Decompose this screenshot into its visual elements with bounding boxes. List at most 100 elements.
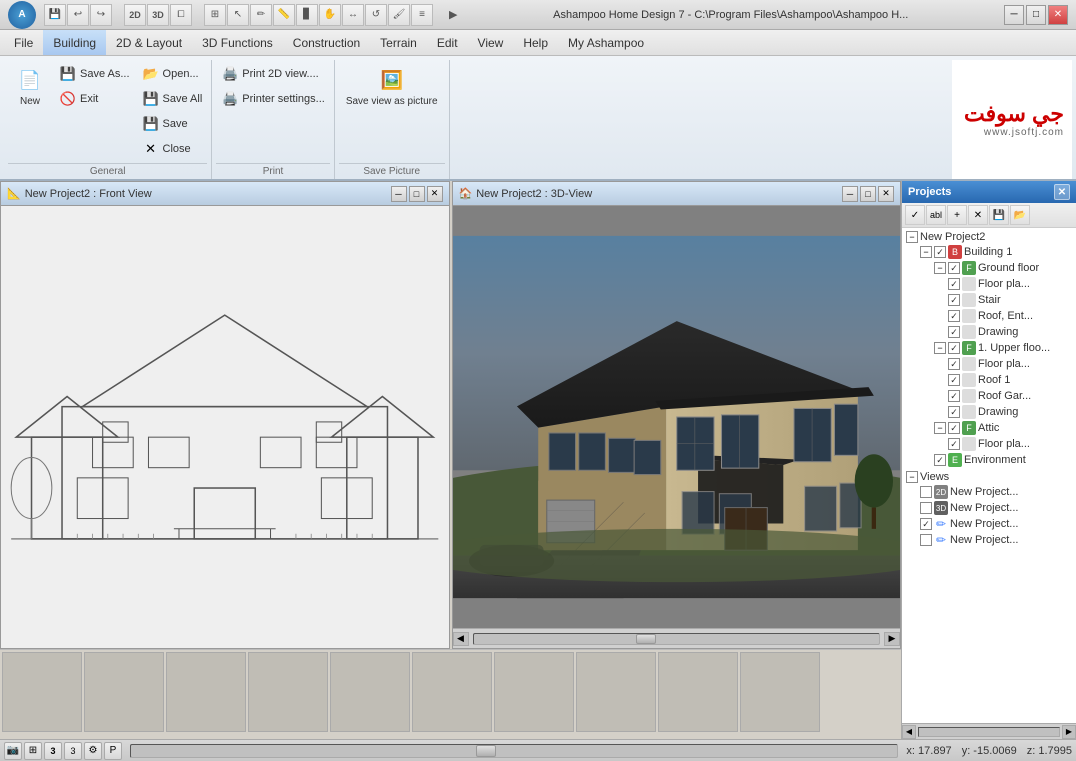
main-scrollbar[interactable] <box>130 744 898 758</box>
front-view-minimize[interactable]: ─ <box>391 186 407 202</box>
grid-tool[interactable]: ⊞ <box>204 4 226 26</box>
view-3d-btn[interactable]: 3D <box>147 4 169 26</box>
rotate-tool[interactable]: ↺ <box>365 4 387 26</box>
projects-panel-close[interactable]: ✕ <box>1054 184 1070 200</box>
quick-access-icon-2[interactable]: ↩ <box>67 4 89 26</box>
printer-settings-button[interactable]: 🖨️ Printer settings... <box>216 87 330 111</box>
expand-building1[interactable]: − <box>920 246 932 258</box>
menu-building[interactable]: Building <box>43 30 106 55</box>
minimize-btn[interactable]: ─ <box>1004 5 1024 25</box>
quick-access-icon-1[interactable]: 💾 <box>44 4 66 26</box>
tree-item-pen-view2[interactable]: ✏ New Project... <box>904 532 1074 548</box>
tree-item-roof-gar[interactable]: Roof Gar... <box>904 388 1074 404</box>
tree-item-upper-floor[interactable]: − F 1. Upper floo... <box>904 340 1074 356</box>
more-tool[interactable]: ≡ <box>411 4 433 26</box>
view-2d-btn[interactable]: 2D <box>124 4 146 26</box>
tree-item-environment[interactable]: E Environment <box>904 452 1074 468</box>
draw-tool[interactable]: ✏ <box>250 4 272 26</box>
new-button[interactable]: 📄 New <box>8 62 52 112</box>
open-button[interactable]: 📂 Open... <box>137 62 208 86</box>
menu-my-ashampoo[interactable]: My Ashampoo <box>558 30 654 55</box>
panel-scroll-right[interactable]: ▶ <box>1062 725 1076 739</box>
check-2d-view[interactable] <box>920 486 932 498</box>
menu-view[interactable]: View <box>468 30 514 55</box>
panel-del-btn[interactable]: ✕ <box>968 205 988 225</box>
menu-terrain[interactable]: Terrain <box>370 30 427 55</box>
measure-tool[interactable]: 📏 <box>273 4 295 26</box>
expand-upper-floor[interactable]: − <box>934 342 946 354</box>
tree-item-floor-plan3[interactable]: Floor pla... <box>904 436 1074 452</box>
check-environment[interactable] <box>934 454 946 466</box>
check-roof-gar[interactable] <box>948 390 960 402</box>
check-ground-floor[interactable] <box>948 262 960 274</box>
panel-save-btn[interactable]: 💾 <box>989 205 1009 225</box>
check-roof1[interactable] <box>948 374 960 386</box>
panel-load-btn[interactable]: 📂 <box>1010 205 1030 225</box>
panel-check-btn[interactable]: ✓ <box>905 205 925 225</box>
panel-add-btn[interactable]: + <box>947 205 967 225</box>
main-scrollbar-thumb[interactable] <box>476 745 496 757</box>
3d-view-scrollbar[interactable]: ◀ ▶ <box>453 628 901 648</box>
status-icon-info[interactable]: P <box>104 742 122 760</box>
save-button[interactable]: 💾 Save <box>137 112 208 136</box>
paint-tool[interactable]: 🖌 <box>388 4 410 26</box>
check-roof-ent[interactable] <box>948 310 960 322</box>
print-2d-button[interactable]: 🖨️ Print 2D view.... <box>216 62 330 86</box>
menu-3d-functions[interactable]: 3D Functions <box>192 30 283 55</box>
tree-item-attic[interactable]: − F Attic <box>904 420 1074 436</box>
tree-item-3d-view[interactable]: 3D New Project... <box>904 500 1074 516</box>
tree-item-floor-plan1[interactable]: Floor pla... <box>904 276 1074 292</box>
restore-btn[interactable]: □ <box>1026 5 1046 25</box>
tree-item-roof-ent[interactable]: Roof, Ent... <box>904 308 1074 324</box>
tree-item-drawing2[interactable]: Drawing <box>904 404 1074 420</box>
tree-item-building1[interactable]: − B Building 1 <box>904 244 1074 260</box>
tree-item-pen-view1[interactable]: ✏ New Project... <box>904 516 1074 532</box>
tree-item-floor-plan2[interactable]: Floor pla... <box>904 356 1074 372</box>
check-floor-plan3[interactable] <box>948 438 960 450</box>
status-icon-grid[interactable]: ⊞ <box>24 742 42 760</box>
3d-view-close[interactable]: ✕ <box>878 186 894 202</box>
front-view-close[interactable]: ✕ <box>427 186 443 202</box>
tree-item-views[interactable]: − Views <box>904 470 1074 484</box>
bar-tool[interactable]: ▊ <box>296 4 318 26</box>
select-tool[interactable]: ↖ <box>227 4 249 26</box>
status-icon-settings[interactable]: ⚙ <box>84 742 102 760</box>
check-drawing1[interactable] <box>948 326 960 338</box>
exit-button[interactable]: 🚫 Exit <box>54 87 135 111</box>
tree-item-2d-view[interactable]: 2D New Project... <box>904 484 1074 500</box>
menu-help[interactable]: Help <box>513 30 558 55</box>
check-stair[interactable] <box>948 294 960 306</box>
panel-scroll-left[interactable]: ◀ <box>902 725 916 739</box>
scrollbar-thumb[interactable] <box>636 634 656 644</box>
check-pen-view1[interactable] <box>920 518 932 530</box>
menu-construction[interactable]: Construction <box>283 30 370 55</box>
menu-edit[interactable]: Edit <box>427 30 468 55</box>
check-3d-view[interactable] <box>920 502 932 514</box>
close-btn[interactable]: ✕ <box>1048 5 1068 25</box>
tree-item-project[interactable]: − New Project2 <box>904 230 1074 244</box>
save-all-button[interactable]: 💾 Save All <box>137 87 208 111</box>
tree-item-roof1[interactable]: Roof 1 <box>904 372 1074 388</box>
tree-item-stair[interactable]: Stair <box>904 292 1074 308</box>
check-attic[interactable] <box>948 422 960 434</box>
save-as-button[interactable]: 💾 Save As... <box>54 62 135 86</box>
3d-view-minimize[interactable]: ─ <box>842 186 858 202</box>
close-button[interactable]: ✕ Close <box>137 137 208 161</box>
scrollbar-right-btn[interactable]: ▶ <box>884 632 900 646</box>
expand-views[interactable]: − <box>906 471 918 483</box>
front-view-restore[interactable]: □ <box>409 186 425 202</box>
move-tool[interactable]: ↔ <box>342 4 364 26</box>
check-drawing2[interactable] <box>948 406 960 418</box>
tree-item-ground-floor[interactable]: − F Ground floor <box>904 260 1074 276</box>
panel-text-btn[interactable]: abl <box>926 205 946 225</box>
3d-view-restore[interactable]: □ <box>860 186 876 202</box>
status-icon-3d[interactable]: 3 <box>44 742 62 760</box>
quick-access-icon-3[interactable]: ↪ <box>90 4 112 26</box>
save-view-picture-button[interactable]: 🖼️ Save view as picture <box>339 62 445 112</box>
check-upper-floor[interactable] <box>948 342 960 354</box>
pan-tool[interactable]: ✋ <box>319 4 341 26</box>
tree-item-drawing1[interactable]: Drawing <box>904 324 1074 340</box>
panel-scrollbar[interactable]: ◀ ▶ <box>902 723 1076 739</box>
check-floor-plan1[interactable] <box>948 278 960 290</box>
expand-project[interactable]: − <box>906 231 918 243</box>
